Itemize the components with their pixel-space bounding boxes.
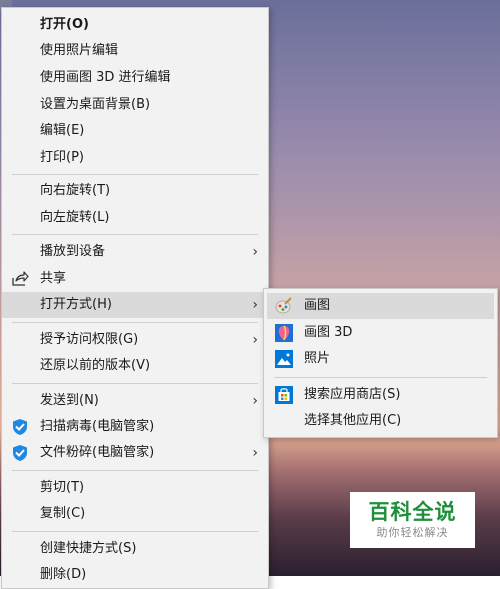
menu-item-label: 文件粉碎(电脑管家) — [40, 445, 155, 460]
paint3d-app-icon — [275, 324, 293, 342]
submenu-item-label: 照片 — [304, 351, 331, 366]
photos-app-icon — [275, 350, 293, 368]
share-icon — [11, 270, 29, 288]
submenu-separator — [274, 377, 487, 378]
menu-item-edit-with-photos[interactable]: 使用照片编辑 — [2, 38, 268, 64]
menu-item-label: 编辑(E) — [40, 123, 85, 138]
menu-separator — [12, 383, 258, 384]
tencent-pc-manager-shield-icon — [11, 444, 29, 462]
menu-item-label: 打开方式(H) — [40, 297, 112, 312]
chevron-right-icon: › — [252, 332, 258, 348]
menu-item-rotate-left[interactable]: 向左旋转(L) — [2, 205, 268, 231]
menu-item-label: 删除(D) — [40, 567, 87, 582]
menu-item-label: 复制(C) — [40, 506, 86, 521]
menu-separator — [12, 470, 258, 471]
menu-item-label: 还原以前的版本(V) — [40, 358, 151, 373]
menu-item-shred-file[interactable]: 文件粉碎(电脑管家) › — [2, 440, 268, 466]
chevron-right-icon: › — [252, 393, 258, 409]
context-menu: 打开(O) 使用照片编辑 使用画图 3D 进行编辑 设置为桌面背景(B) 编辑(… — [1, 7, 269, 589]
menu-item-cast-to-device[interactable]: 播放到设备 › — [2, 239, 268, 265]
menu-item-grant-access[interactable]: 授予访问权限(G) › — [2, 327, 268, 353]
menu-item-label: 发送到(N) — [40, 393, 99, 408]
menu-item-delete[interactable]: 删除(D) — [2, 562, 268, 588]
menu-separator — [12, 174, 258, 175]
chevron-right-icon: › — [252, 297, 258, 313]
menu-item-set-as-background[interactable]: 设置为桌面背景(B) — [2, 92, 268, 118]
menu-item-open[interactable]: 打开(O) — [2, 12, 268, 38]
chevron-right-icon: › — [252, 445, 258, 461]
menu-item-label: 向右旋转(T) — [40, 183, 111, 198]
open-with-submenu: 画图 画图 3D 照片 搜索应用商店(S) 选择其他应用(C) — [263, 288, 498, 438]
submenu-item-choose-other-app[interactable]: 选择其他应用(C) — [264, 408, 497, 434]
menu-separator — [12, 234, 258, 235]
menu-item-label: 设置为桌面背景(B) — [40, 97, 151, 112]
menu-item-scan-virus[interactable]: 扫描病毒(电脑管家) — [2, 414, 268, 440]
menu-separator — [12, 531, 258, 532]
menu-item-copy[interactable]: 复制(C) — [2, 501, 268, 527]
menu-item-print[interactable]: 打印(P) — [2, 145, 268, 171]
menu-item-restore-versions[interactable]: 还原以前的版本(V) — [2, 353, 268, 379]
menu-item-edit[interactable]: 编辑(E) — [2, 118, 268, 144]
menu-item-label: 授予访问权限(G) — [40, 332, 139, 347]
menu-item-label: 向左旋转(L) — [40, 210, 110, 225]
submenu-item-paint[interactable]: 画图 — [267, 293, 494, 319]
submenu-item-label: 搜索应用商店(S) — [304, 387, 401, 402]
menu-item-label: 扫描病毒(电脑管家) — [40, 419, 155, 434]
chevron-right-icon: › — [252, 244, 258, 260]
watermark-subtitle: 助你轻松解决 — [376, 526, 449, 539]
menu-item-rotate-right[interactable]: 向右旋转(T) — [2, 178, 268, 204]
menu-item-label: 打印(P) — [40, 150, 84, 165]
menu-item-share[interactable]: 共享 — [2, 266, 268, 292]
watermark-logo: 百科全说 助你轻松解决 — [350, 492, 475, 548]
menu-item-label: 剪切(T) — [40, 480, 85, 495]
submenu-item-label: 选择其他应用(C) — [304, 413, 402, 428]
submenu-item-label: 画图 3D — [304, 325, 353, 340]
store-icon — [275, 386, 293, 404]
menu-item-edit-with-paint3d[interactable]: 使用画图 3D 进行编辑 — [2, 65, 268, 91]
menu-item-open-with[interactable]: 打开方式(H) › — [2, 292, 268, 318]
menu-item-cut[interactable]: 剪切(T) — [2, 475, 268, 501]
menu-item-send-to[interactable]: 发送到(N) › — [2, 388, 268, 414]
menu-separator — [12, 322, 258, 323]
paint-app-icon — [275, 297, 293, 315]
submenu-item-paint3d[interactable]: 画图 3D — [264, 320, 497, 346]
menu-item-label: 创建快捷方式(S) — [40, 541, 137, 556]
menu-item-label: 使用照片编辑 — [40, 43, 119, 58]
submenu-item-search-store[interactable]: 搜索应用商店(S) — [264, 382, 497, 408]
menu-item-label: 播放到设备 — [40, 244, 106, 259]
menu-item-label: 使用画图 3D 进行编辑 — [40, 70, 171, 85]
submenu-item-label: 画图 — [304, 298, 331, 313]
tencent-pc-manager-shield-icon — [11, 418, 29, 436]
menu-item-label: 共享 — [40, 271, 67, 286]
watermark-title: 百科全说 — [368, 500, 457, 524]
menu-item-create-shortcut[interactable]: 创建快捷方式(S) — [2, 536, 268, 562]
submenu-item-photos[interactable]: 照片 — [264, 346, 497, 372]
menu-item-label: 打开(O) — [40, 17, 89, 32]
